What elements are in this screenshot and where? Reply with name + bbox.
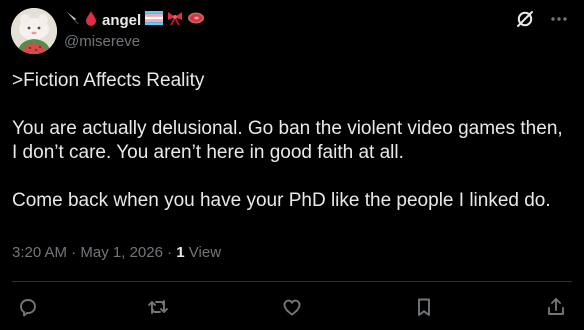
like-icon (283, 299, 301, 316)
view-count: 1 (176, 244, 185, 261)
ribbon-emoji (166, 9, 184, 31)
retweet-icon (148, 300, 168, 314)
like-button[interactable] (279, 294, 305, 320)
meat-emoji (187, 9, 205, 31)
tweet-text: >Fiction Affects Reality You are actuall… (12, 69, 572, 213)
meta-separator: · (162, 244, 177, 261)
more-icon[interactable] (548, 8, 570, 30)
share-button[interactable] (543, 294, 569, 320)
bookmark-icon (418, 298, 430, 316)
view-label: View (184, 244, 222, 261)
meta-separator: · (67, 244, 81, 261)
tweet-date[interactable]: May 1, 2026 (80, 244, 163, 261)
action-bar (0, 286, 584, 330)
share-icon (548, 298, 564, 315)
tweet-paragraph: Come back when you have your PhD like th… (12, 190, 551, 211)
reply-button[interactable] (15, 294, 41, 320)
avatar[interactable] (11, 8, 57, 54)
author-name-line[interactable]: angel (64, 9, 205, 31)
knife-emoji (64, 9, 82, 31)
trans-flag-emoji (145, 11, 164, 29)
author-handle[interactable]: @misereve (64, 33, 140, 50)
blood-drop-emoji (84, 9, 98, 31)
tweet-time[interactable]: 3:20 AM (12, 244, 67, 261)
bookmark-button[interactable] (411, 294, 437, 320)
reply-icon (20, 299, 36, 317)
tweet-paragraph: You are actually delusional. Go ban the … (12, 118, 563, 163)
top-actions (514, 8, 570, 30)
divider (12, 281, 572, 282)
tweet-meta: 3:20 AM · May 1, 2026 · 1 View (12, 244, 221, 261)
tweet-paragraph: >Fiction Affects Reality (12, 70, 205, 91)
grok-icon[interactable] (514, 8, 536, 30)
tweet-detail: angel @misereve >Fiction Affects Reality… (0, 0, 584, 330)
retweet-button[interactable] (145, 294, 171, 320)
display-name: angel (102, 11, 142, 29)
